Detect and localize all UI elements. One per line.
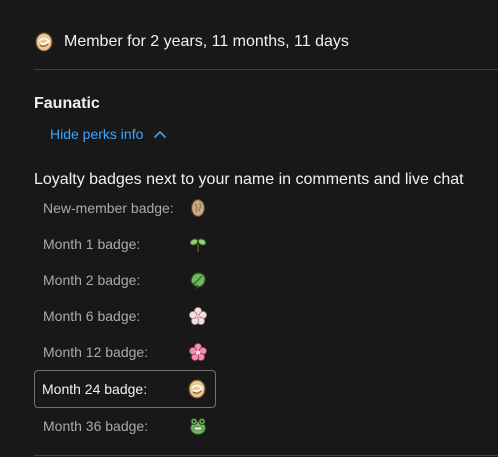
badge-label: Month 12 badge: xyxy=(43,344,149,360)
badge-label: New-member badge: xyxy=(43,200,174,216)
divider xyxy=(34,69,498,70)
badge-row-month-36[interactable]: Month 36 badge: xyxy=(35,408,215,444)
white-flower-icon xyxy=(188,306,208,326)
membership-duration-row: Member for 2 years, 11 months, 11 days xyxy=(34,26,349,58)
perk-title: Loyalty badges next to your name in comm… xyxy=(34,171,464,188)
pink-flower-icon xyxy=(188,342,208,362)
badge-row-month-2[interactable]: Month 2 badge: xyxy=(35,262,215,298)
swirl-egg-icon xyxy=(187,379,207,399)
divider xyxy=(34,455,498,456)
sprout-icon xyxy=(188,234,208,254)
badge-label: Month 2 badge: xyxy=(43,272,141,288)
badge-label: Month 1 badge: xyxy=(43,236,141,252)
badge-row-month-24[interactable]: Month 24 badge: xyxy=(34,370,216,408)
membership-duration-text: Member for 2 years, 11 months, 11 days xyxy=(64,33,349,50)
hide-perks-button[interactable]: Hide perks info xyxy=(50,125,167,143)
egg-icon xyxy=(188,198,208,218)
badge-label: Month 36 badge: xyxy=(43,418,149,434)
month-24-badge-icon xyxy=(34,32,54,52)
badge-row-month-12[interactable]: Month 12 badge: xyxy=(35,334,215,370)
badge-row-month-1[interactable]: Month 1 badge: xyxy=(35,226,215,262)
badge-row-new-member[interactable]: New-member badge: xyxy=(35,190,215,226)
badge-label: Month 6 badge: xyxy=(43,308,141,324)
chevron-up-icon xyxy=(153,129,167,139)
badge-row-month-6[interactable]: Month 6 badge: xyxy=(35,298,215,334)
leaf-icon xyxy=(188,270,208,290)
membership-panel: Member for 2 years, 11 months, 11 days F… xyxy=(0,0,498,457)
frog-icon xyxy=(188,416,208,436)
badge-label: Month 24 badge: xyxy=(42,381,148,397)
tier-name: Faunatic xyxy=(34,95,100,112)
hide-perks-label: Hide perks info xyxy=(50,126,144,142)
badge-list: New-member badge: Month 1 badge: Month 2… xyxy=(34,190,216,444)
